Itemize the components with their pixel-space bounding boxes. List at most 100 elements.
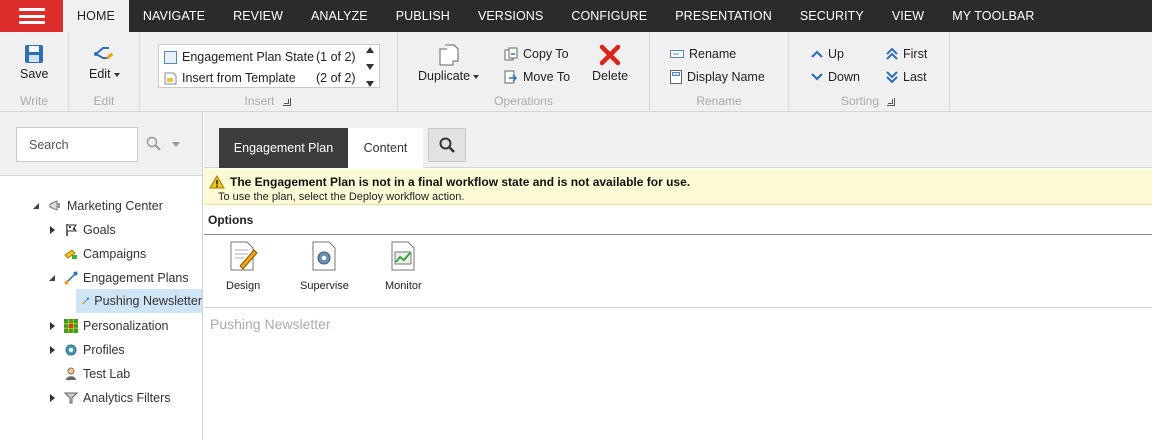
sort-up-label: Up bbox=[828, 47, 844, 61]
menu-presentation[interactable]: PRESENTATION bbox=[661, 0, 786, 32]
double-chevron-down-icon bbox=[886, 71, 898, 83]
menu-analyze[interactable]: ANALYZE bbox=[297, 0, 382, 32]
option-supervise[interactable]: Supervise bbox=[300, 240, 349, 292]
copy-to-label: Copy To bbox=[523, 47, 569, 61]
tab-search-button[interactable] bbox=[428, 128, 466, 162]
sort-down-button[interactable]: Down bbox=[811, 70, 860, 84]
tree-item-label: Analytics Filters bbox=[83, 391, 171, 405]
tree-search-area bbox=[0, 112, 202, 176]
option-design[interactable]: Design bbox=[226, 240, 260, 292]
display-name-button[interactable]: Display Name bbox=[670, 70, 765, 84]
group-label-sorting: Sorting bbox=[840, 94, 880, 108]
tree-item-label: Personalization bbox=[83, 319, 169, 333]
menu-security[interactable]: SECURITY bbox=[786, 0, 878, 32]
insert-option-label: Insert from Template bbox=[182, 71, 296, 85]
supervise-icon bbox=[312, 241, 336, 271]
insert-option-from-template[interactable]: Insert from Template (2 of 2) bbox=[164, 68, 356, 88]
option-monitor[interactable]: Monitor bbox=[385, 240, 422, 292]
chevron-up-icon bbox=[811, 50, 823, 58]
campaigns-icon bbox=[64, 249, 77, 259]
options-divider bbox=[204, 234, 1152, 235]
expand-arrow-icon[interactable] bbox=[48, 225, 58, 235]
scroll-more-icon[interactable] bbox=[366, 81, 374, 87]
tree-item-label: Goals bbox=[83, 223, 116, 237]
tree-item-personalization[interactable]: Personalization bbox=[48, 315, 168, 337]
save-icon bbox=[25, 45, 44, 63]
expand-arrow-icon[interactable] bbox=[48, 273, 58, 283]
flag-icon bbox=[66, 224, 77, 236]
main-menu: HOME NAVIGATE REVIEW ANALYZE PUBLISH VER… bbox=[63, 0, 1049, 32]
expand-arrow-icon[interactable] bbox=[32, 201, 42, 211]
menu-home[interactable]: HOME bbox=[63, 0, 129, 32]
copy-to-icon bbox=[504, 47, 518, 61]
menu-navigate[interactable]: NAVIGATE bbox=[129, 0, 219, 32]
sort-last-button[interactable]: Last bbox=[886, 70, 927, 84]
tree-item-profiles[interactable]: Profiles bbox=[48, 339, 125, 361]
ribbon: Save Write Edit Edit Insert Engagement P… bbox=[0, 32, 1152, 112]
group-label-rename: Rename bbox=[696, 94, 742, 108]
rename-button[interactable]: Rename bbox=[670, 47, 736, 61]
gear-icon bbox=[65, 344, 77, 356]
sort-first-button[interactable]: First bbox=[886, 47, 927, 61]
menu-view[interactable]: VIEW bbox=[878, 0, 938, 32]
search-options-chevron-icon[interactable] bbox=[172, 142, 180, 147]
sort-up-button[interactable]: Up bbox=[811, 47, 844, 61]
menu-configure[interactable]: CONFIGURE bbox=[557, 0, 661, 32]
tree-item-engagement-plans[interactable]: Engagement Plans bbox=[48, 267, 189, 289]
option-label: Supervise bbox=[300, 280, 349, 292]
rename-icon bbox=[670, 50, 684, 58]
tree-item-analytics-filters[interactable]: Analytics Filters bbox=[48, 387, 171, 409]
funnel-icon bbox=[64, 392, 78, 404]
tree-item-marketing-center[interactable]: Marketing Center bbox=[32, 195, 163, 217]
menu-publish[interactable]: PUBLISH bbox=[382, 0, 464, 32]
menu-versions[interactable]: VERSIONS bbox=[464, 0, 557, 32]
tree-item-campaigns[interactable]: Campaigns bbox=[48, 243, 146, 265]
menu-my-toolbar[interactable]: MY TOOLBAR bbox=[938, 0, 1048, 32]
save-button[interactable]: Save bbox=[20, 44, 49, 81]
sorting-expand-icon[interactable] bbox=[887, 98, 895, 106]
group-label-edit: Edit bbox=[93, 94, 115, 108]
copy-to-button[interactable]: Copy To bbox=[504, 47, 569, 61]
engagement-plan-icon bbox=[82, 297, 90, 305]
insert-option-engagement-plan-state[interactable]: Engagement Plan State (1 of 2) bbox=[164, 47, 356, 67]
insert-scroll[interactable] bbox=[365, 47, 375, 87]
chevron-down-icon bbox=[113, 72, 120, 77]
tab-content[interactable]: Content bbox=[348, 128, 423, 168]
edit-button[interactable]: Edit bbox=[89, 44, 120, 81]
ribbon-group-sorting: Up Down First Last Sorting bbox=[789, 32, 950, 112]
tree-item-test-lab[interactable]: Test Lab bbox=[48, 363, 130, 385]
monitor-icon bbox=[391, 241, 415, 271]
menu-review[interactable]: REVIEW bbox=[219, 0, 297, 32]
tree-item-label: Marketing Center bbox=[67, 199, 163, 213]
duplicate-button[interactable]: Duplicate bbox=[418, 44, 480, 83]
tree-item-pushing-newsletter[interactable]: Pushing Newsletter bbox=[76, 289, 202, 313]
left-panel: Marketing Center Goals Campaigns bbox=[0, 112, 203, 440]
delete-button[interactable]: Delete bbox=[592, 44, 628, 83]
insert-expand-icon[interactable] bbox=[283, 98, 291, 106]
display-name-icon bbox=[670, 70, 682, 84]
expand-arrow-icon[interactable] bbox=[48, 345, 58, 355]
expand-arrow-icon[interactable] bbox=[48, 393, 58, 403]
scroll-up-icon[interactable] bbox=[366, 47, 374, 53]
hamburger-icon bbox=[18, 8, 45, 24]
tree-item-label: Test Lab bbox=[83, 367, 131, 381]
design-icon bbox=[230, 241, 258, 271]
tree-item-label: Campaigns bbox=[83, 247, 147, 261]
search-icon[interactable] bbox=[146, 136, 162, 152]
hamburger-menu-button[interactable] bbox=[0, 0, 63, 32]
move-to-button[interactable]: Move To bbox=[504, 70, 570, 84]
ribbon-group-rename: Rename Display Name Rename bbox=[650, 32, 789, 112]
search-input[interactable] bbox=[16, 127, 138, 162]
grid-icon bbox=[64, 319, 78, 333]
delete-label: Delete bbox=[592, 69, 629, 83]
tree-item-label: Engagement Plans bbox=[83, 271, 189, 285]
scroll-down-icon[interactable] bbox=[366, 64, 374, 70]
tab-engagement-plan[interactable]: Engagement Plan bbox=[219, 128, 348, 168]
editor-tab-bar: Engagement Plan Content bbox=[204, 112, 1152, 168]
expand-arrow-icon[interactable] bbox=[48, 321, 58, 331]
move-to-icon bbox=[504, 70, 518, 84]
sort-last-label: Last bbox=[903, 70, 927, 84]
group-label-operations: Operations bbox=[494, 94, 553, 108]
chevron-down-icon bbox=[473, 74, 480, 79]
tree-item-goals[interactable]: Goals bbox=[48, 219, 116, 241]
